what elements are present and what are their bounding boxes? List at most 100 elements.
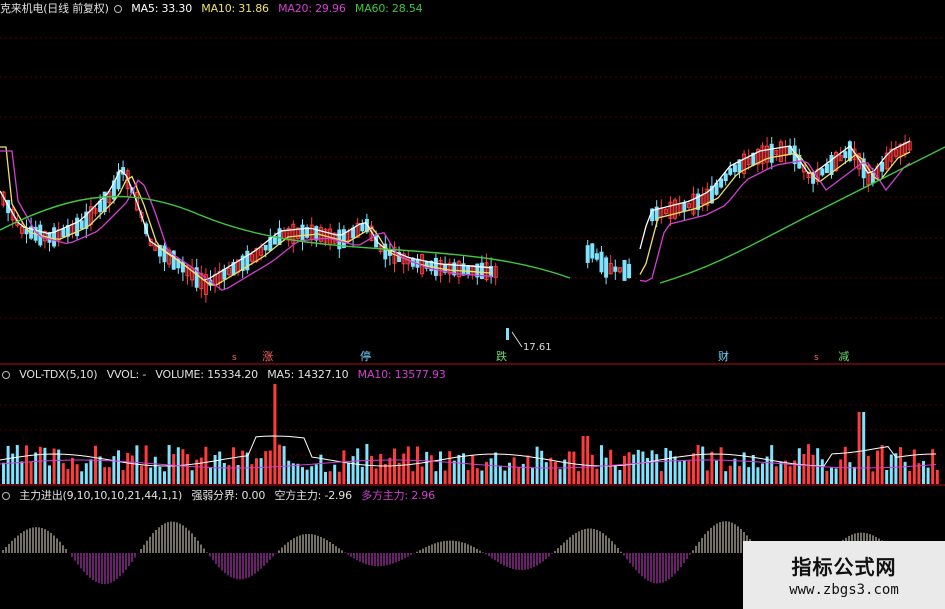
volume-bar [935, 469, 939, 484]
volume-bar [305, 469, 309, 484]
volume-bar [494, 452, 498, 484]
volume-bar [130, 455, 134, 484]
volume-bar [678, 461, 682, 484]
volume-bar [360, 466, 364, 484]
volume-bar [379, 453, 383, 484]
volume-bar [448, 451, 452, 484]
candle-body [263, 244, 268, 251]
volume-bar [733, 458, 737, 484]
volume-bar [774, 466, 778, 484]
candle-body [351, 227, 356, 239]
volume-bar [480, 470, 484, 484]
volume-bar [328, 471, 332, 484]
volume-bar [701, 446, 705, 484]
volume-bar [788, 466, 792, 484]
volume-bar [117, 450, 120, 484]
marker-halt[interactable]: 停 [360, 350, 371, 363]
volume-bar [38, 446, 42, 484]
volume-panel-header: VOL-TDX(5,10) VVOL: - VOLUME: 15334.20 M… [0, 367, 452, 383]
volume-bar [604, 457, 608, 484]
volume-bar [848, 462, 852, 484]
volume-bar [374, 468, 378, 484]
volume-bar [871, 471, 875, 484]
volume-bar [650, 450, 654, 484]
volume-bar [121, 470, 125, 484]
ma5-label: MA5: 33.30 [131, 2, 192, 15]
volume-bar [862, 412, 866, 484]
volume-bar [259, 458, 263, 484]
volume-bar [728, 465, 732, 484]
volume-bar [255, 458, 258, 484]
volume-bar [158, 466, 162, 484]
volume-bar [765, 456, 769, 484]
settings-dot-icon[interactable] [2, 492, 10, 500]
volume-bar [71, 457, 74, 484]
volume-bar [489, 458, 493, 484]
volume-bar [811, 454, 815, 484]
stock-chart[interactable] [0, 0, 945, 609]
volume-bar [452, 460, 456, 484]
candle-body [75, 217, 80, 237]
volume-bar [282, 446, 286, 484]
volume-bar [232, 447, 235, 484]
volume-bar [894, 453, 898, 484]
settings-dot-icon[interactable] [2, 371, 10, 379]
volume-bar [719, 447, 723, 484]
volume-label: VOLUME: 15334.20 [155, 368, 258, 381]
volume-bar [544, 462, 548, 484]
volume-bar [554, 461, 557, 484]
volume-bar [908, 471, 912, 484]
volume-bar [880, 445, 884, 484]
volume-bar [94, 445, 97, 484]
volume-bar [595, 468, 599, 484]
marker-reduce[interactable]: s 减 [814, 350, 849, 365]
volume-bar [747, 467, 751, 484]
volume-bar [2, 462, 5, 484]
marker-limit-down[interactable]: 跌 [496, 350, 507, 363]
volume-bar [687, 460, 691, 484]
volume-bar [517, 467, 521, 484]
volume-bar [664, 447, 668, 484]
volume-bar [830, 467, 833, 484]
volume-bar [402, 453, 406, 484]
candle-body [79, 220, 84, 230]
flow-indicator-name[interactable]: 主力进出(9,10,10,10,21,44,1,1) [19, 489, 182, 502]
volume-bar [107, 467, 111, 484]
volume-bar [351, 456, 355, 484]
candle-body [222, 268, 227, 280]
volume-bar [922, 461, 925, 484]
ma10-line [639, 151, 911, 275]
watermark-title: 指标公式网 [791, 555, 897, 579]
volume-bar [834, 468, 838, 484]
volume-bar [623, 455, 626, 484]
volume-bar [411, 471, 415, 484]
volume-bar [903, 461, 907, 484]
candle-body [843, 151, 848, 159]
volume-bar [15, 445, 19, 484]
candle-body [466, 265, 471, 275]
volume-bar [526, 455, 530, 484]
volume-bar [296, 463, 300, 484]
volume-bar [613, 465, 617, 484]
volume-bar [213, 454, 217, 484]
volume-bar [457, 454, 461, 484]
volume-bar [365, 444, 369, 484]
marker-char: 减 [838, 350, 850, 363]
volume-bar [692, 453, 695, 484]
marker-limit-up-1[interactable]: s 涨 [232, 350, 273, 365]
volume-bar [61, 463, 65, 484]
marker-finance[interactable]: 财 [718, 350, 729, 363]
volume-bar [163, 471, 166, 484]
volume-bar [278, 444, 281, 484]
vol-indicator-name[interactable]: VOL-TDX(5,10) [19, 368, 97, 381]
volume-bar [6, 445, 10, 484]
volume-bar [885, 470, 889, 484]
candle-body [594, 253, 599, 260]
candle-body [300, 224, 305, 242]
volume-bar [590, 454, 594, 484]
settings-dot-icon[interactable] [113, 5, 122, 13]
volume-bar [273, 384, 277, 484]
volume-bar [926, 467, 930, 484]
marker-char: 跌 [496, 350, 507, 363]
candle-body [719, 178, 724, 188]
